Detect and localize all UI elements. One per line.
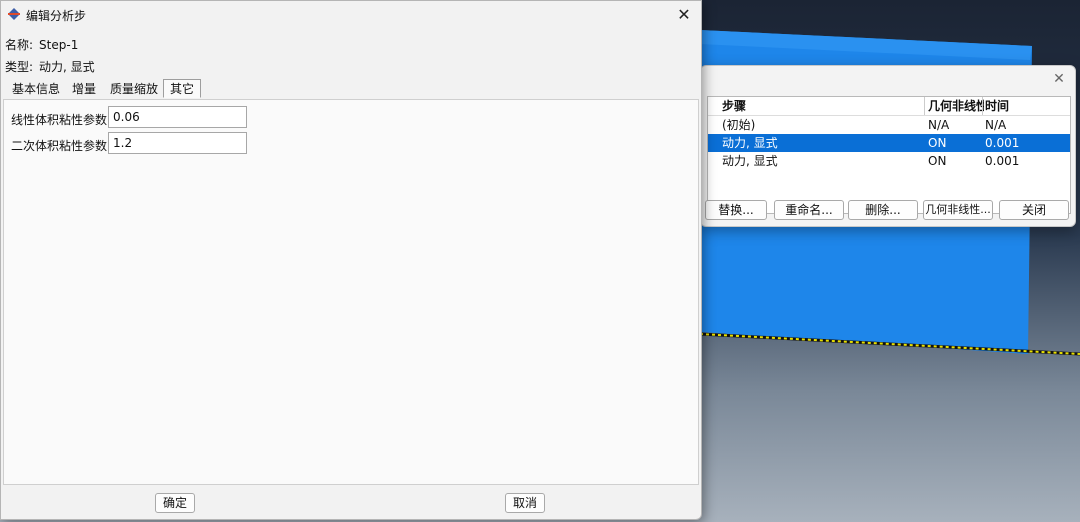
close-button[interactable]: 关闭 [999, 200, 1069, 220]
type-value: 动力, 显式 [39, 60, 95, 74]
header-time[interactable]: 时间 [985, 97, 1009, 115]
table-row[interactable]: 动力, 显式 ON 0.001 [708, 134, 1070, 152]
tab-basic[interactable]: 基本信息 [5, 79, 67, 98]
linear-viscosity-input[interactable] [108, 106, 247, 128]
step-table: 步骤 几何非线性 时间 (初始) N/A N/A 动力, 显式 ON 0.001… [707, 96, 1071, 214]
delete-button[interactable]: 删除... [848, 200, 918, 220]
replace-button[interactable]: 替换... [705, 200, 767, 220]
app-logo-icon [8, 8, 20, 20]
cancel-button[interactable]: 取消 [505, 493, 545, 513]
tab-mass-scaling[interactable]: 质量缩放 [103, 79, 165, 98]
linear-viscosity-label: 线性体积粘性参数: [11, 113, 112, 127]
tab-panel-other: 线性体积粘性参数: 二次体积粘性参数: [3, 99, 699, 485]
edit-step-dialog: 编辑分析步 ✕ 名称: Step-1 类型: 动力, 显式 基本信息 增量 质量缩放… [0, 0, 702, 520]
table-row[interactable]: (初始) N/A N/A [708, 116, 1070, 134]
name-label: 名称: [5, 38, 34, 52]
quadratic-viscosity-label: 二次体积粘性参数: [11, 139, 112, 153]
nlgeom-button[interactable]: 几何非线性... [923, 200, 993, 220]
name-value: Step-1 [39, 38, 79, 52]
step-name-line: 名称: Step-1 [5, 36, 78, 53]
dialog-title: 编辑分析步 [26, 9, 87, 23]
close-icon[interactable]: ✕ [675, 6, 693, 24]
header-nlgeom[interactable]: 几何非线性 [928, 97, 984, 115]
quadratic-viscosity-input[interactable] [108, 132, 247, 154]
table-row[interactable]: 动力, 显式 ON 0.001 [708, 152, 1070, 170]
header-step[interactable]: 步骤 [722, 97, 746, 115]
type-label: 类型: [5, 60, 34, 74]
step-type-line: 类型: 动力, 显式 [5, 58, 95, 75]
rename-button[interactable]: 重命名... [774, 200, 844, 220]
ok-button[interactable]: 确定 [155, 493, 195, 513]
step-manager-buttons: 替换... 重命名... 删除... 几何非线性... 关闭 [701, 200, 1075, 222]
tab-incrementation[interactable]: 增量 [65, 79, 103, 98]
step-table-header: 步骤 几何非线性 时间 [708, 97, 1070, 116]
title-bar[interactable]: 编辑分析步 ✕ [1, 1, 701, 29]
tab-other[interactable]: 其它 [163, 79, 202, 98]
step-manager-close-icon[interactable]: ✕ [1051, 71, 1067, 87]
step-manager-dialog: ✕ 步骤 几何非线性 时间 (初始) N/A N/A 动力, 显式 ON 0.0… [700, 65, 1076, 227]
